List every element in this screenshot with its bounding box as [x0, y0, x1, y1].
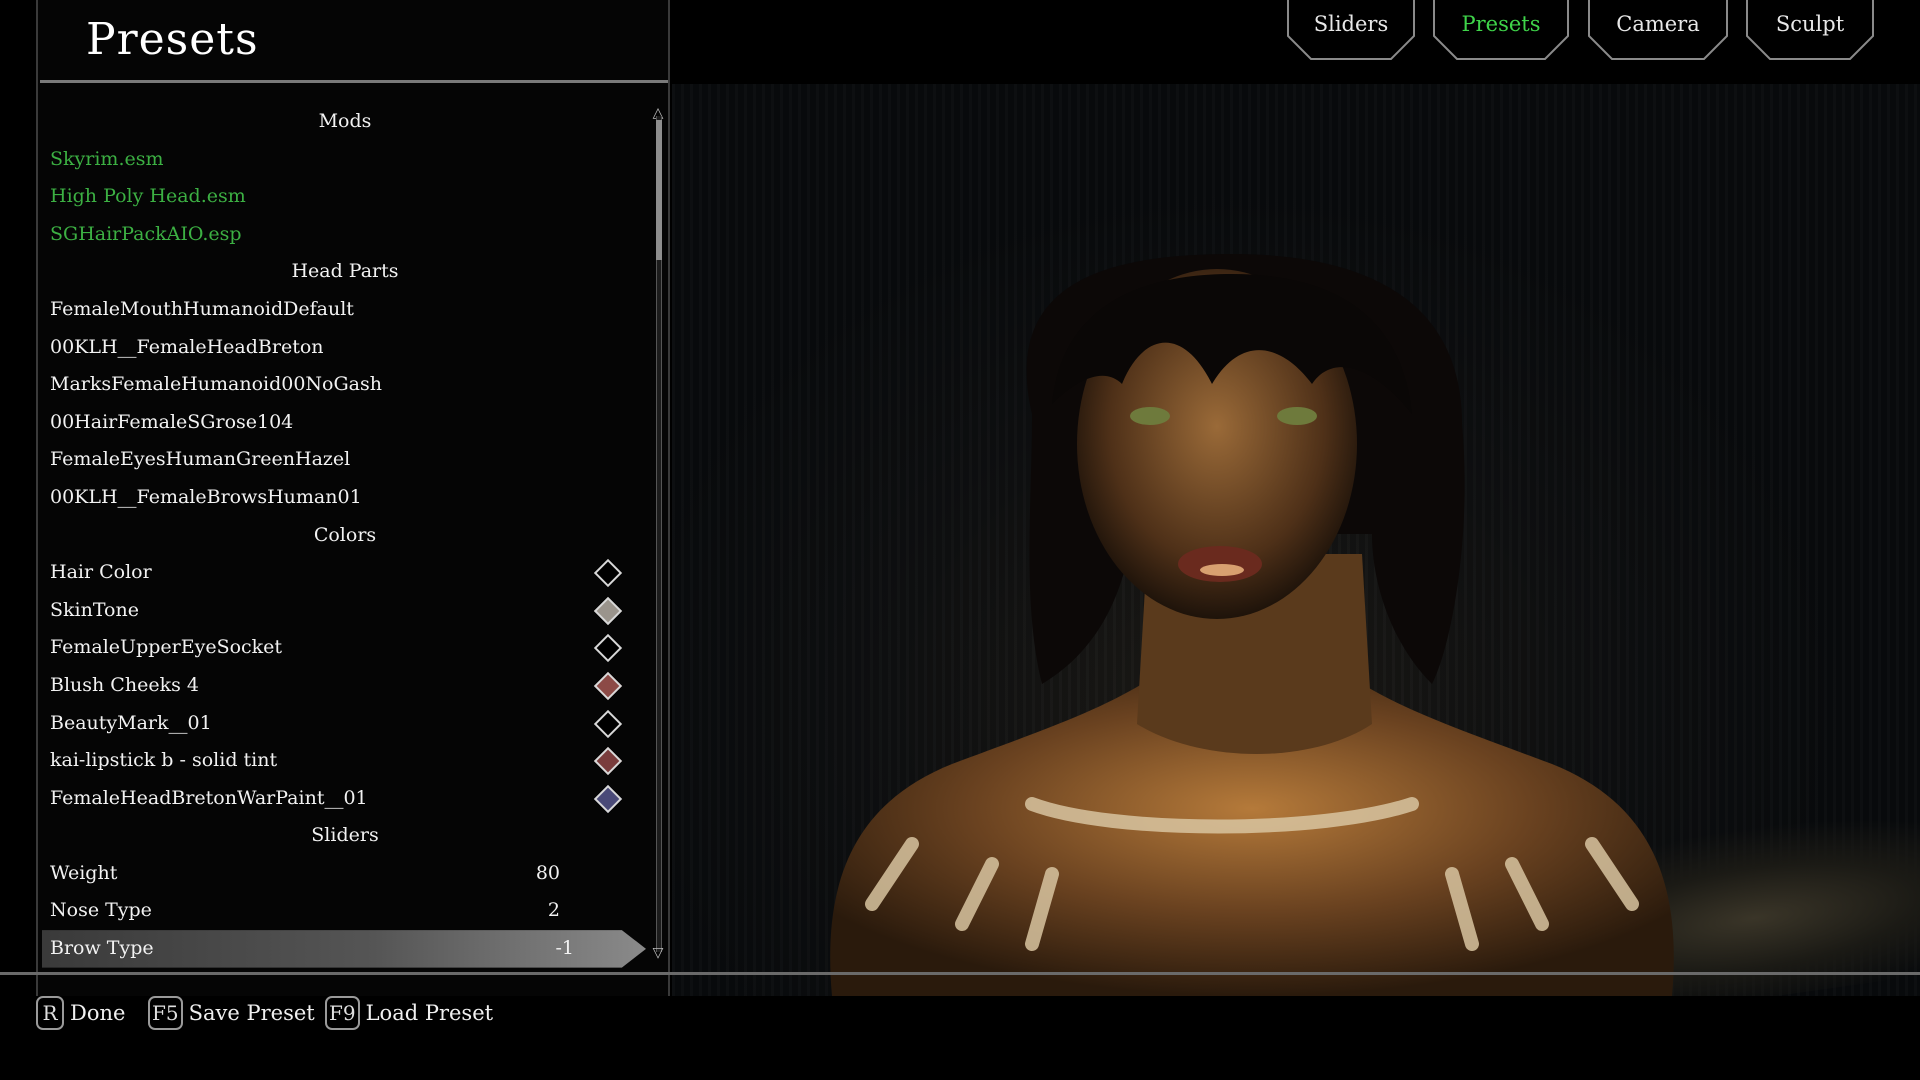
title-divider: [40, 80, 668, 83]
key-f5-icon: F5: [148, 996, 183, 1030]
tab-sliders-label: Sliders: [1313, 12, 1389, 36]
slider-item-value: 80: [535, 861, 560, 884]
slider-item-label: Brow Type: [50, 937, 154, 960]
save-preset-hint[interactable]: F5 Save Preset: [148, 993, 315, 1033]
section-header-sliders: Sliders: [311, 824, 379, 847]
slider-item-selected[interactable]: Brow Type -1: [42, 930, 646, 968]
section-header-colors: Colors: [313, 523, 377, 546]
tab-sculpt[interactable]: Sculpt: [1746, 0, 1874, 60]
character-preview: [672, 84, 1920, 996]
mod-item[interactable]: Skyrim.esm: [50, 141, 640, 179]
tab-sculpt-label: Sculpt: [1775, 12, 1845, 36]
head-part-item[interactable]: FemaleMouthHumanoidDefault: [50, 291, 640, 329]
head-part-item[interactable]: 00KLH__FemaleHeadBreton: [50, 329, 640, 367]
color-item[interactable]: Blush Cheeks 4: [50, 667, 640, 705]
color-swatch-diamond-icon: [593, 634, 623, 663]
color-swatch-diamond-icon: [593, 558, 623, 588]
load-preset-hint[interactable]: F9 Load Preset: [325, 993, 493, 1033]
color-swatch-diamond-icon: [593, 596, 623, 625]
slider-item-label: Weight: [50, 861, 118, 884]
color-item-label: kai-lipstick b - solid tint: [50, 749, 278, 772]
mod-item[interactable]: SGHairPackAIO.esp: [50, 216, 640, 254]
tab-camera-label: Camera: [1616, 12, 1700, 36]
scroll-down-arrow-icon[interactable]: ▽: [651, 944, 665, 962]
head-part-item[interactable]: FemaleEyesHumanGreenHazel: [50, 441, 640, 479]
head-part-item[interactable]: MarksFemaleHumanoid00NoGash: [50, 366, 640, 404]
key-f9-icon: F9: [325, 996, 360, 1030]
tab-presets[interactable]: Presets: [1433, 0, 1569, 60]
color-swatch-diamond-icon: [593, 746, 623, 776]
color-item[interactable]: BeautyMark__01: [50, 705, 640, 743]
tab-sliders[interactable]: Sliders: [1287, 0, 1415, 60]
list-scrollbar[interactable]: △ ▽: [651, 104, 665, 964]
slider-item[interactable]: Nose Type 2: [50, 892, 640, 930]
save-preset-label: Save Preset: [188, 1001, 315, 1025]
color-item[interactable]: Hair Color: [50, 554, 640, 592]
color-swatch-diamond-icon: [593, 709, 623, 738]
color-item-label: Hair Color: [50, 561, 152, 584]
head-part-item[interactable]: 00KLH__FemaleBrowsHuman01: [50, 479, 640, 517]
section-header-head-parts: Head Parts: [291, 260, 399, 283]
bottom-divider: [0, 972, 1920, 975]
color-item[interactable]: SkinTone: [50, 592, 640, 630]
done-label: Done: [70, 1001, 126, 1025]
slider-item[interactable]: Weight 80: [50, 855, 640, 893]
key-r-icon: R: [36, 996, 64, 1030]
slider-item-label: Nose Type: [50, 899, 152, 922]
color-swatch-diamond-icon: [593, 784, 623, 813]
load-preset-label: Load Preset: [365, 1001, 494, 1025]
mod-item[interactable]: High Poly Head.esm: [50, 178, 640, 216]
tab-camera[interactable]: Camera: [1588, 0, 1728, 60]
done-hint[interactable]: R Done: [36, 993, 125, 1033]
preset-list: Mods Skyrim.esm High Poly Head.esm SGHai…: [42, 103, 646, 968]
tab-presets-label: Presets: [1461, 12, 1541, 36]
color-item-label: FemaleUpperEyeSocket: [50, 636, 283, 659]
scroll-thumb[interactable]: [656, 120, 662, 260]
head-part-item[interactable]: 00HairFemaleSGrose104: [50, 404, 640, 442]
color-item[interactable]: FemaleUpperEyeSocket: [50, 629, 640, 667]
color-item[interactable]: kai-lipstick b - solid tint: [50, 742, 640, 780]
color-swatch-diamond-icon: [593, 671, 623, 701]
character-portrait: [830, 254, 1674, 996]
section-header-mods: Mods: [318, 110, 372, 132]
color-item[interactable]: FemaleHeadBretonWarPaint__01: [50, 780, 640, 818]
color-item-label: BeautyMark__01: [50, 711, 212, 734]
color-item-label: SkinTone: [50, 598, 139, 621]
slider-item-value: -1: [555, 937, 574, 960]
slider-item-value: 2: [547, 899, 560, 922]
page-title: Presets: [86, 14, 259, 65]
color-item-label: Blush Cheeks 4: [50, 673, 199, 696]
color-item-label: FemaleHeadBretonWarPaint__01: [50, 786, 368, 809]
